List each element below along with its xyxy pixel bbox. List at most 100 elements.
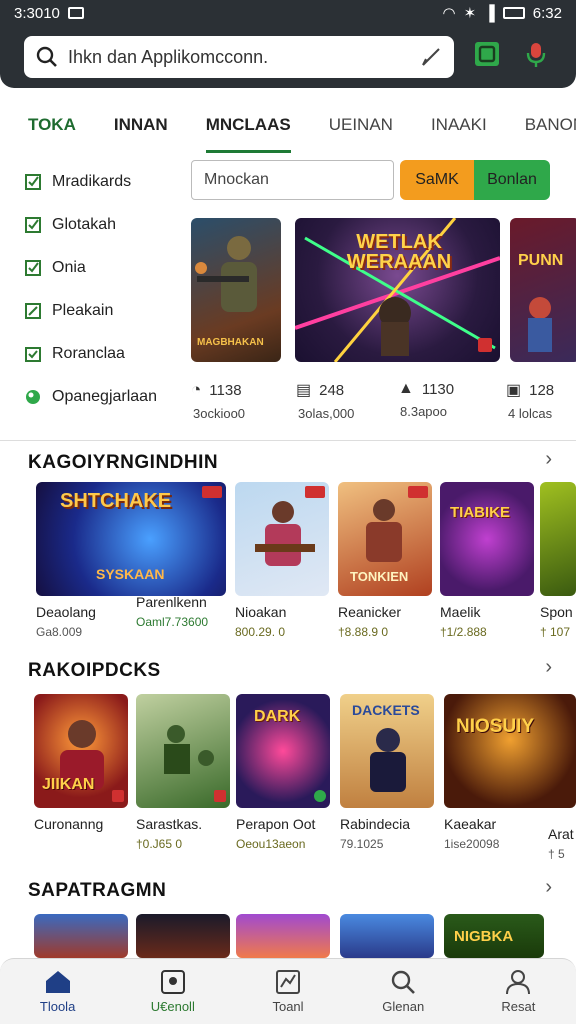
nav-home[interactable]: Tloola xyxy=(0,959,115,1024)
tab-inaaki[interactable]: INAAKI xyxy=(431,105,487,145)
app-card[interactable]: JIIKAN Curonanng xyxy=(34,694,128,837)
thumb-title: NIOSUIY xyxy=(456,716,535,737)
orange-button[interactable]: SaMK xyxy=(400,160,474,200)
app-thumbnail xyxy=(340,914,434,958)
app-card[interactable]: Parenlkenn Oaml7.73600 xyxy=(136,586,230,629)
app-card[interactable]: TONKIEN Reanicker †8.88.9 0 xyxy=(338,482,432,639)
app-card[interactable] xyxy=(236,914,330,958)
app-price: †1/2.888 xyxy=(440,625,487,639)
nav-charts[interactable]: Toanl xyxy=(230,959,345,1024)
filter-input[interactable]: Mnockan xyxy=(191,160,394,200)
nav-apps[interactable]: U€enoll xyxy=(115,959,230,1024)
app-card[interactable]: DARK Perapon Oot Oeou13aeon xyxy=(236,694,330,851)
clock: 6:32 xyxy=(532,4,562,22)
nav-search[interactable]: Glenan xyxy=(346,959,461,1024)
featured-card-main[interactable]: WETLAK WERAAAN xyxy=(295,218,500,362)
app-card[interactable]: DACKETS Rabindecia 79.1025 xyxy=(340,694,434,851)
tab-ueinan[interactable]: UEINAN xyxy=(329,105,393,145)
app-thumbnail xyxy=(136,694,230,808)
featured-card-right[interactable]: PUNN xyxy=(510,218,576,362)
camera-icon[interactable] xyxy=(473,40,501,68)
chevron-right-icon[interactable]: › xyxy=(545,876,552,899)
app-card[interactable]: Nioakan 800.29. 0 xyxy=(235,482,329,639)
thumb-title: NIGBKA xyxy=(454,928,514,945)
status-left-text: 3:3010 xyxy=(14,4,60,22)
app-name: Maelik xyxy=(440,604,481,620)
app-price: Oeou13aeon xyxy=(236,837,306,851)
app-card[interactable] xyxy=(340,914,434,958)
briefcase-icon: ▣ xyxy=(506,382,522,399)
app-price: †8.88.9 0 xyxy=(338,625,389,639)
app-card[interactable] xyxy=(34,914,128,958)
app-thumbnail xyxy=(236,914,330,958)
chevron-right-icon[interactable]: › xyxy=(545,656,552,679)
badge-icon xyxy=(112,790,124,802)
app-card[interactable]: Spon † 107 xyxy=(540,482,576,639)
app-name: Curonanng xyxy=(34,816,104,832)
app-card[interactable]: Arat † 5 xyxy=(548,826,576,861)
bottom-navigation: Tloola U€enoll Toanl Glenan Resat xyxy=(0,958,576,1024)
search-input[interactable]: Ihkn dan Applikomcconn. xyxy=(68,47,420,68)
section-title: SAPATRAGMN xyxy=(28,880,167,901)
badge-icon xyxy=(314,790,326,802)
green-button[interactable]: Bonlan xyxy=(474,160,550,200)
app-thumbnail: DARK xyxy=(236,694,330,808)
calendar-icon xyxy=(24,345,42,363)
app-price: † 5 xyxy=(548,847,565,861)
app-name: Reanicker xyxy=(338,604,402,620)
sidebar-item-glotakah[interactable]: Glotakah xyxy=(24,203,184,246)
nav-account[interactable]: Resat xyxy=(461,959,576,1024)
stat-value: 1138 xyxy=(209,381,242,399)
sidebar-item-pleakain[interactable]: Pleakain xyxy=(24,289,184,332)
app-card[interactable]: TIABIKE Maelik †1/2.888 xyxy=(440,482,534,639)
sidebar-item-mradikards[interactable]: Mradikards xyxy=(24,160,184,203)
app-name: Spon xyxy=(540,604,573,620)
pen-icon[interactable] xyxy=(420,46,442,68)
app-name: Perapon Oot xyxy=(236,816,316,832)
filter-sidebar: Mradikards Glotakah Onia Pleakain Roranc… xyxy=(24,160,184,418)
stat-1: ◔ 1138 3ockioo0 xyxy=(191,380,245,421)
tab-mnclaas[interactable]: MNCLAAS xyxy=(205,105,291,153)
app-card[interactable]: Sarastkas. †0.J65 0 xyxy=(136,694,230,851)
home-icon xyxy=(45,971,70,993)
app-thumbnail: TIABIKE xyxy=(440,482,534,596)
stat-4: ▣ 128 4 lolcas xyxy=(506,380,555,422)
section-title: KAGOIYRNGINDHIN xyxy=(28,452,219,473)
featured-card-left[interactable]: MAGBHAKAN xyxy=(191,218,281,362)
stat-value: 128 xyxy=(529,381,555,399)
sidebar-item-onia[interactable]: Onia xyxy=(24,246,184,289)
nav-label: Glenan xyxy=(382,999,425,1014)
chevron-right-icon[interactable]: › xyxy=(545,448,552,471)
app-name: Sarastkas. xyxy=(136,816,203,832)
search-icon xyxy=(36,46,57,67)
sidebar-item-label: Onia xyxy=(52,258,86,276)
thumb-title: SHTCHAKE xyxy=(60,490,172,512)
stat-3: ▲ 1130 8.3apoo xyxy=(398,380,454,419)
tab-innan[interactable]: INNAN xyxy=(114,105,168,145)
tab-toka[interactable]: TOKA xyxy=(28,105,76,145)
stat-value: 1130 xyxy=(421,380,455,398)
sidebar-item-opanegjarlaan[interactable]: Opanegjarlaan xyxy=(24,375,184,418)
app-price: † 107 xyxy=(540,625,571,639)
app-name: Nioakan xyxy=(235,604,287,620)
nav-label: Resat xyxy=(501,999,536,1014)
app-thumbnail: SHTCHAKE SYSKAAN xyxy=(36,482,226,596)
thumbs-up-icon: ▲ xyxy=(398,380,414,397)
signal-icon: ▐ xyxy=(484,4,495,22)
status-bar: 3:3010 ◠ ✶ ▐ 6:32 xyxy=(0,0,576,26)
badge-icon xyxy=(214,790,226,802)
app-thumbnail xyxy=(235,482,329,596)
app-price: 79.1025 xyxy=(340,837,384,851)
badge-icon xyxy=(478,338,492,352)
app-card[interactable] xyxy=(136,914,230,958)
badge-icon xyxy=(408,486,428,498)
search-bar[interactable]: Ihkn dan Applikomcconn. xyxy=(24,36,454,78)
tab-banon[interactable]: BANON xyxy=(525,105,576,145)
thumb-caption: JIIKAN xyxy=(42,776,95,793)
nav-label: U€enoll xyxy=(150,999,195,1014)
app-price: †0.J65 0 xyxy=(136,837,183,851)
microphone-icon[interactable] xyxy=(522,40,550,68)
featured-right-title: PUNN xyxy=(518,252,564,269)
app-card[interactable]: NIGBKA xyxy=(444,914,544,958)
sidebar-item-roranclaa[interactable]: Roranclaa xyxy=(24,332,184,375)
